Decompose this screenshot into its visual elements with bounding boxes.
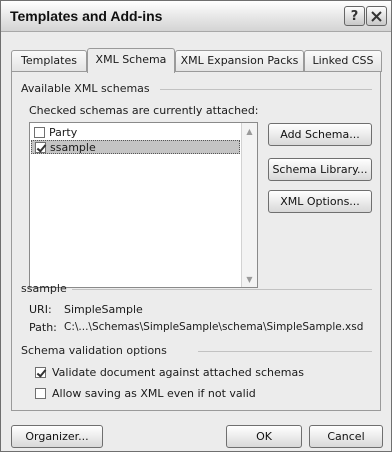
help-button[interactable]: ? [344,6,365,26]
schema-item-party[interactable]: Party [31,125,240,139]
schema-item-label: Party [49,125,78,139]
path-label: Path: [29,321,57,334]
close-icon [371,10,382,22]
question-mark-icon: ? [350,8,359,24]
selected-schema-label: ssample [21,282,67,295]
schemas-caption: Checked schemas are currently attached: [29,104,259,117]
schema-list-scrollbar[interactable]: ▲ ▼ [241,123,257,287]
uri-value: SimpleSample [64,303,143,316]
xml-options-button[interactable]: XML Options... [268,190,372,213]
add-schema-button[interactable]: Add Schema... [268,123,372,146]
schema-party-checkbox[interactable] [34,126,45,138]
organizer-button[interactable]: Organizer... [11,425,103,448]
schema-item-label: ssample [50,140,96,154]
templates-and-addins-dialog: Templates and Add-ins ? Templates XML Sc… [0,0,392,452]
validation-options-divider [198,351,372,352]
close-button[interactable] [366,6,387,26]
title-bar[interactable]: Templates and Add-ins ? [1,1,391,32]
available-schemas-label: Available XML schemas [21,82,150,95]
allow-invalid-label: Allow saving as XML even if not valid [52,387,256,400]
allow-invalid-checkbox[interactable] [35,388,46,399]
available-schemas-divider [160,89,372,90]
tab-linked-css[interactable]: Linked CSS [304,50,382,72]
validate-label: Validate document against attached schem… [52,366,304,379]
cancel-button[interactable]: Cancel [309,425,383,448]
chevron-up-icon: ▲ [246,126,253,136]
schema-library-button[interactable]: Schema Library... [268,158,372,181]
xml-schema-panel: Available XML schemas Checked schemas ar… [11,71,381,411]
scroll-down-button[interactable]: ▼ [242,271,257,287]
dialog-title: Templates and Add-ins [10,8,163,24]
validate-checkbox[interactable] [35,367,46,378]
schema-ssample-checkbox[interactable] [35,141,46,153]
tab-templates[interactable]: Templates [11,50,87,72]
chevron-down-icon: ▼ [246,274,253,284]
validation-options-label: Schema validation options [21,344,167,357]
validate-option[interactable]: Validate document against attached schem… [35,366,304,379]
uri-label: URI: [29,303,52,316]
scroll-up-button[interactable]: ▲ [242,123,257,139]
schema-list[interactable]: Party ssample ▲ ▼ [29,122,258,288]
schema-item-ssample[interactable]: ssample [31,140,240,154]
path-value: C:\...\Schemas\SimpleSample\schema\Simpl… [64,321,364,333]
tab-xml-schema[interactable]: XML Schema [87,48,175,73]
selected-schema-divider [72,289,372,290]
tab-xml-expansion-packs[interactable]: XML Expansion Packs [175,50,304,72]
ok-button[interactable]: OK [226,425,302,448]
allow-invalid-option[interactable]: Allow saving as XML even if not valid [35,387,256,400]
